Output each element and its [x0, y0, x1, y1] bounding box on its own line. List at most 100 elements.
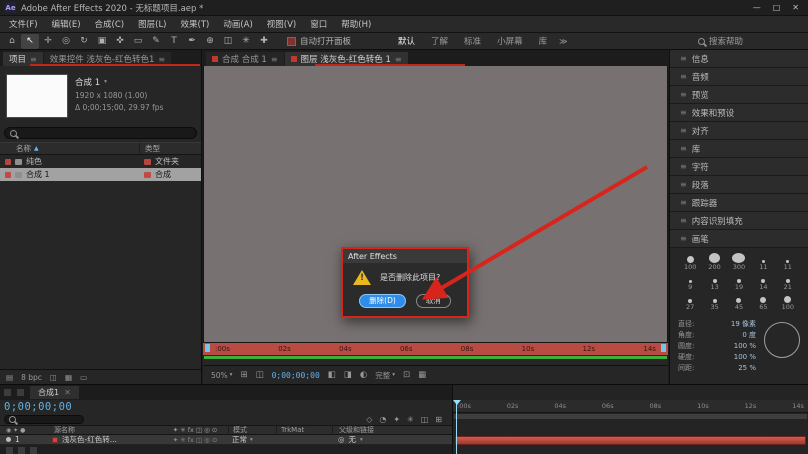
channels-icon[interactable]: ◐	[360, 370, 367, 380]
layer-time-ruler[interactable]: :00s02s04s06s08s10s12s14s	[203, 343, 668, 355]
clone-stamp-tool[interactable]: ⊕	[201, 34, 219, 49]
toggle-modes-icon[interactable]	[18, 447, 25, 454]
menu-item[interactable]: 图层(L)	[131, 17, 173, 31]
blend-mode-select[interactable]: 正常▾	[228, 434, 276, 445]
label-color-chip[interactable]	[5, 159, 11, 165]
workspace-tab[interactable]: 小屏幕	[490, 34, 530, 48]
panel-section-header[interactable]: ≡段落	[670, 176, 808, 194]
brush-param-value[interactable]: 19 像素	[731, 319, 756, 330]
workspace-tab[interactable]: 默认	[391, 34, 422, 48]
layer-row[interactable]: 1 浅灰色-红色转... ✦ ✳ fx ◫ ◎ ⊙ 正常▾ ◎无▾	[0, 435, 452, 445]
panel-menu-icon[interactable]: ≡	[158, 55, 165, 64]
region-of-interest-icon[interactable]: ⊡	[403, 370, 410, 380]
grid-and-guides-icon[interactable]: ⊞	[240, 370, 247, 380]
panel-section-header[interactable]: ≡预览	[670, 86, 808, 104]
brush-preset[interactable]: 11	[776, 253, 800, 271]
playhead[interactable]	[456, 400, 457, 454]
label-color-chip[interactable]	[5, 172, 11, 178]
column-name[interactable]: 名称	[16, 143, 31, 154]
panel-section-header[interactable]: ≡对齐	[670, 122, 808, 140]
minimize-icon[interactable]: —	[753, 3, 761, 12]
toggle-switches-icon[interactable]	[6, 447, 13, 454]
toolbar-option[interactable]: 自动打开面板	[287, 35, 351, 47]
timeline-ruler[interactable]: :00s02s04s06s08s10s12s14s	[453, 400, 808, 413]
project-row[interactable]: 合成 1 合成	[0, 168, 201, 181]
panel-section-header[interactable]: ≡音频	[670, 68, 808, 86]
layer-name[interactable]: 浅灰色-红色转...	[62, 434, 117, 445]
transparency-grid-icon[interactable]: ▦	[418, 370, 426, 380]
ruler-handle-right[interactable]	[661, 344, 666, 352]
menu-item[interactable]: 帮助(H)	[334, 17, 378, 31]
delete-button[interactable]: 删除(D)	[359, 294, 406, 308]
layer-duration-bar[interactable]	[455, 436, 806, 445]
pickwhip-icon[interactable]: ◎	[338, 435, 345, 444]
viewer-timecode[interactable]: 0;00;00;00	[272, 371, 320, 380]
brush-preset[interactable]: 21	[776, 273, 800, 291]
menu-item[interactable]: 窗口	[303, 17, 334, 31]
brush-param-value[interactable]: 25 %	[738, 363, 756, 374]
project-search-input[interactable]	[4, 127, 197, 139]
graph-editor-icon[interactable]: ⊞	[435, 415, 442, 424]
brush-param-value[interactable]: 100 %	[734, 341, 756, 352]
parent-link-select[interactable]: ◎无▾	[332, 434, 452, 445]
panel-menu-icon[interactable]: ≡	[30, 55, 37, 64]
panel-section-header[interactable]: ≡库	[670, 140, 808, 158]
project-row[interactable]: 纯色 文件夹	[0, 155, 201, 168]
panel-section-header[interactable]: ≡信息	[670, 50, 808, 68]
brush-preset[interactable]: 45	[727, 293, 751, 311]
close-icon[interactable]: ✕	[64, 388, 71, 397]
brush-preset[interactable]: 100	[678, 253, 702, 271]
draft-3d-icon[interactable]: ◔	[379, 415, 386, 424]
close-icon[interactable]: ✕	[792, 3, 799, 12]
show-snapshot-icon[interactable]: ◨	[344, 370, 352, 380]
eye-icon[interactable]	[6, 437, 11, 442]
panel-section-header[interactable]: ≡字符	[670, 158, 808, 176]
panel-section-header[interactable]: ≡内容识别填充	[670, 212, 808, 230]
panel-section-header[interactable]: ≡跟踪器	[670, 194, 808, 212]
ruler-handle-left[interactable]	[205, 344, 210, 352]
menu-item[interactable]: 效果(T)	[174, 17, 217, 31]
brush-preset[interactable]: 65	[751, 293, 775, 311]
brush-preset[interactable]: 11	[751, 253, 775, 271]
brush-preset[interactable]: 200	[702, 253, 726, 271]
panel-section-header[interactable]: ≡画笔	[670, 230, 808, 248]
pen-tool[interactable]: ✎	[147, 34, 165, 49]
column-type[interactable]: 类型	[145, 143, 160, 154]
type-tool[interactable]: T	[165, 34, 183, 49]
layer-color-chip[interactable]	[52, 437, 58, 443]
zoom-tool[interactable]: ◎	[57, 34, 75, 49]
workspace-tab[interactable]: 了解	[424, 34, 455, 48]
shape-tool[interactable]: ▭	[129, 34, 147, 49]
motion-blur-icon[interactable]: ◫	[421, 415, 429, 424]
trash-icon[interactable]: ▭	[80, 373, 87, 382]
brush-preset[interactable]: 100	[776, 293, 800, 311]
brush-preset[interactable]: 14	[751, 273, 775, 291]
brush-param-value[interactable]: 100 %	[734, 352, 756, 363]
brush-preset[interactable]: 13	[702, 273, 726, 291]
mask-visibility-icon[interactable]: ◫	[256, 370, 264, 380]
resolution-select[interactable]: 完整▾	[375, 370, 395, 381]
brush-tool[interactable]: ✒	[183, 34, 201, 49]
brush-preset[interactable]: 19	[727, 273, 751, 291]
eraser-tool[interactable]: ◫	[219, 34, 237, 49]
orbit-camera-tool[interactable]: ↻	[75, 34, 93, 49]
new-composition-icon[interactable]: ▦	[65, 373, 72, 382]
expand-icon[interactable]	[30, 447, 37, 454]
brush-preset[interactable]: 35	[702, 293, 726, 311]
brush-preset[interactable]: 27	[678, 293, 702, 311]
workspace-overflow-icon[interactable]: ≫	[559, 37, 567, 46]
brush-preset[interactable]: 300	[727, 253, 751, 271]
roto-brush-tool[interactable]: ✳	[237, 34, 255, 49]
selection-tool[interactable]: ↖	[21, 34, 39, 49]
workspace-tab[interactable]: 标准	[457, 34, 488, 48]
frame-blending-icon[interactable]: ✳	[407, 415, 414, 424]
pan-behind-tool[interactable]: ✜	[111, 34, 129, 49]
menu-item[interactable]: 文件(F)	[2, 17, 45, 31]
timeline-tab[interactable]: 合成1✕	[30, 386, 79, 399]
home-tool[interactable]: ⌂	[3, 34, 21, 49]
panel-section-header[interactable]: ≡效果和预设	[670, 104, 808, 122]
help-search[interactable]: 搜索帮助	[698, 35, 743, 47]
layer-switches[interactable]: ✦ ✳ fx ◫ ◎ ⊙	[162, 436, 228, 444]
timeline-search-input[interactable]	[4, 415, 84, 424]
layer-viewer-canvas[interactable]: After Effects 是否删除此项目? 删除(D) 取消	[203, 66, 668, 343]
